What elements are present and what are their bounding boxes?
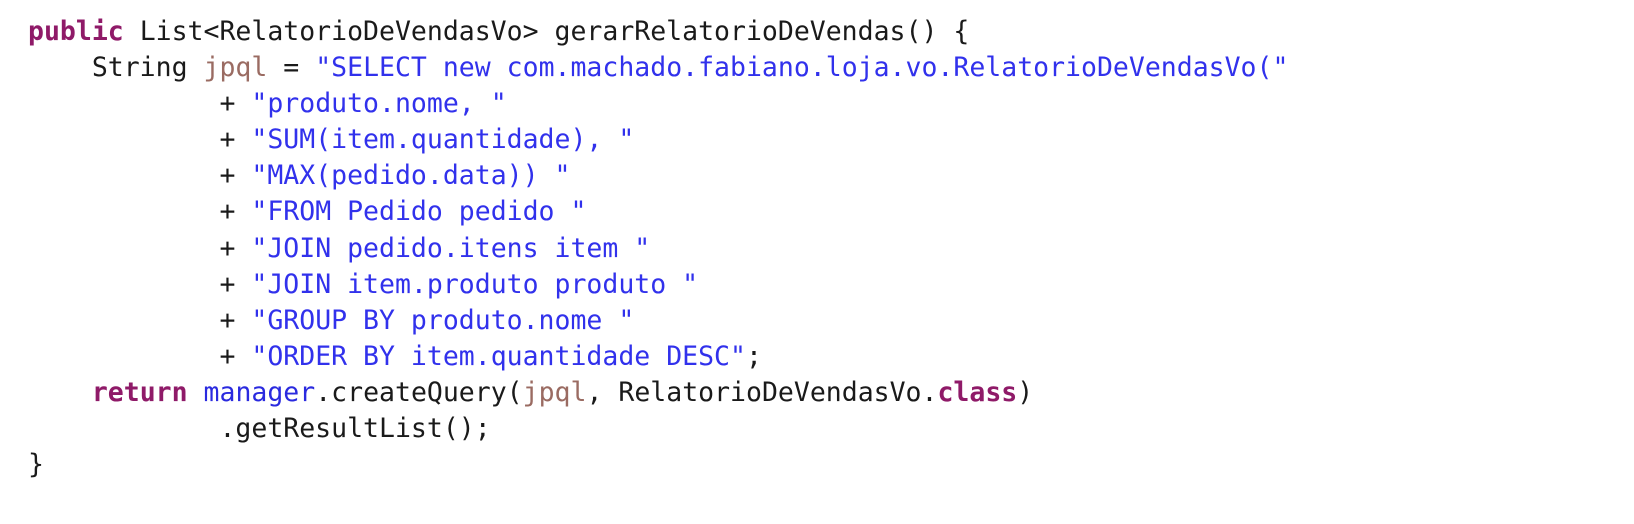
code-line: + "ORDER BY item.quantidade DESC";: [28, 339, 1634, 375]
code-token-plain: List<RelatorioDeVendasVo> gerarRelatorio…: [123, 16, 970, 47]
code-line: return manager.createQuery(jpql, Relator…: [28, 375, 1634, 411]
code-token-string: "SELECT new com.machado.fabiano.loja.vo.…: [315, 52, 1289, 84]
code-token-plain: .createQuery(: [315, 376, 523, 408]
code-token-local: jpql: [203, 52, 268, 84]
code-token-string: "JOIN pedido.itens item ": [251, 232, 651, 264]
code-token-plain: +: [28, 160, 252, 192]
code-token-plain: .getResultList();: [28, 413, 491, 445]
code-token-local: jpql: [522, 376, 587, 408]
code-token-string: "JOIN item.produto produto ": [251, 268, 699, 300]
code-line: + "GROUP BY produto.nome ": [28, 303, 1634, 339]
code-line: + "produto.nome, ": [28, 86, 1634, 122]
code-token-plain: +: [28, 88, 252, 120]
code-token-keyword: class: [937, 376, 1018, 408]
code-line: + "JOIN pedido.itens item ": [28, 231, 1634, 267]
code-line: + "MAX(pedido.data)) ": [28, 158, 1634, 194]
code-token-plain: String: [28, 52, 204, 84]
code-token-keyword: return: [91, 376, 188, 408]
code-line: }: [28, 447, 1634, 483]
code-token-string: "SUM(item.quantidade), ": [251, 124, 635, 156]
code-token-plain: +: [28, 232, 252, 264]
code-token-plain: , RelatorioDeVendasVo.: [586, 376, 938, 408]
code-token-plain: }: [28, 449, 44, 481]
code-token-plain: +: [28, 124, 252, 156]
code-token-string: "FROM Pedido pedido ": [251, 196, 587, 228]
code-token-plain: ): [1017, 376, 1034, 408]
code-token-plain: =: [267, 52, 316, 84]
code-line: + "FROM Pedido pedido ": [28, 194, 1634, 230]
code-token-plain: +: [28, 304, 252, 336]
code-token-plain: +: [28, 340, 252, 372]
code-token-string: "MAX(pedido.data)) ": [251, 160, 571, 192]
code-token-plain: +: [28, 196, 252, 228]
code-line: .getResultList();: [28, 411, 1634, 447]
code-token-plain: +: [28, 268, 252, 300]
code-token-keyword: public: [28, 16, 124, 47]
code-block[interactable]: public List<RelatorioDeVendasVo> gerarRe…: [0, 0, 1634, 483]
code-line: + "JOIN item.produto produto ": [28, 267, 1634, 303]
code-token-plain: ;: [745, 340, 762, 372]
code-token-string: "ORDER BY item.quantidade DESC": [251, 340, 746, 372]
code-line: + "SUM(item.quantidade), ": [28, 122, 1634, 158]
code-token-string: "GROUP BY produto.nome ": [251, 304, 635, 336]
code-line: String jpql = "SELECT new com.machado.fa…: [28, 50, 1634, 86]
code-token-field: manager: [203, 376, 316, 408]
code-token-string: "produto.nome, ": [251, 88, 507, 120]
code-line: public List<RelatorioDeVendasVo> gerarRe…: [28, 14, 1634, 50]
